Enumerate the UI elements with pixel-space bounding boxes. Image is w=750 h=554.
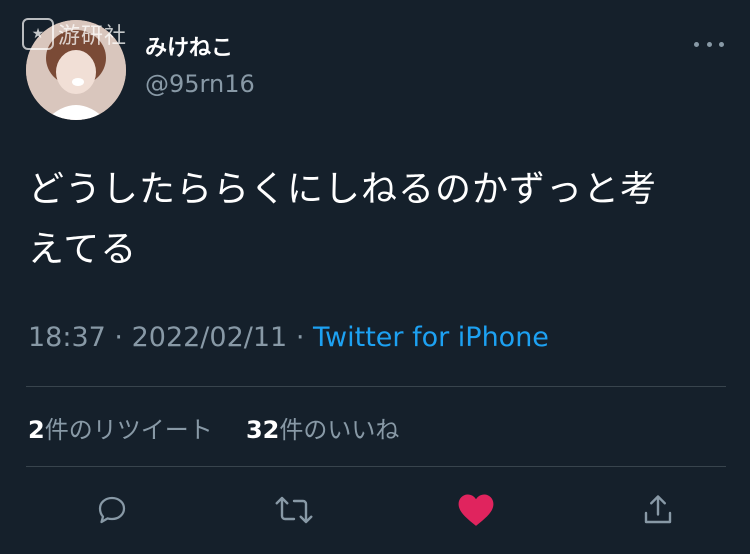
share-button[interactable] [636,488,680,532]
meta-separator: · [295,322,305,353]
tweet-time[interactable]: 18:37 [28,322,106,353]
heart-icon [458,494,494,526]
watermark-text: 游研社 [58,24,128,49]
more-dot [706,41,712,47]
retweet-icon [275,496,313,524]
reply-icon [98,496,126,524]
divider [26,466,726,467]
watermark: ★ 游研社 [22,14,152,54]
retweets-stat[interactable]: 2件のリツイート [28,416,213,444]
retweets-label: 件のリツイート [44,416,213,444]
user-handle[interactable]: @95rn16 [145,70,255,98]
more-options-icon[interactable] [694,34,724,54]
meta-separator: · [114,322,123,353]
likes-label: 件のいいね [279,416,400,444]
likes-stat[interactable]: 32件のいいね [246,416,399,444]
watermark-logo-icon: ★ [22,18,54,50]
tweet-text-line: えてる [28,229,138,270]
display-name[interactable]: みけねこ [145,30,233,62]
reply-button[interactable] [90,488,134,532]
likes-count: 32 [245,416,280,444]
more-dot [694,41,699,47]
retweets-count: 2 [28,416,45,444]
action-bar [90,488,680,532]
tweet-metadata: 18:37 · 2022/02/11 · Twitter for iPhone [28,322,549,353]
tweet-stats: 2件のリツイート 32件のいいね [28,410,399,445]
tweet-date[interactable]: 2022/02/11 [132,322,288,353]
tweet-text: どうしたららくにしねるのかずっと考 えてる [28,160,728,280]
tweet-text-line: どうしたららくにしねるのかずっと考 [28,169,658,210]
like-button[interactable] [454,488,498,532]
share-icon [644,495,672,524]
more-dot [719,41,724,47]
retweet-button[interactable] [272,488,316,532]
tweet-detail: ★ 游研社 みけねこ @95rn16 どうしたららくにしねるのかずっと考 えてる… [0,0,750,554]
tweet-source-link[interactable]: Twitter for iPhone [313,322,549,353]
divider [26,386,726,387]
